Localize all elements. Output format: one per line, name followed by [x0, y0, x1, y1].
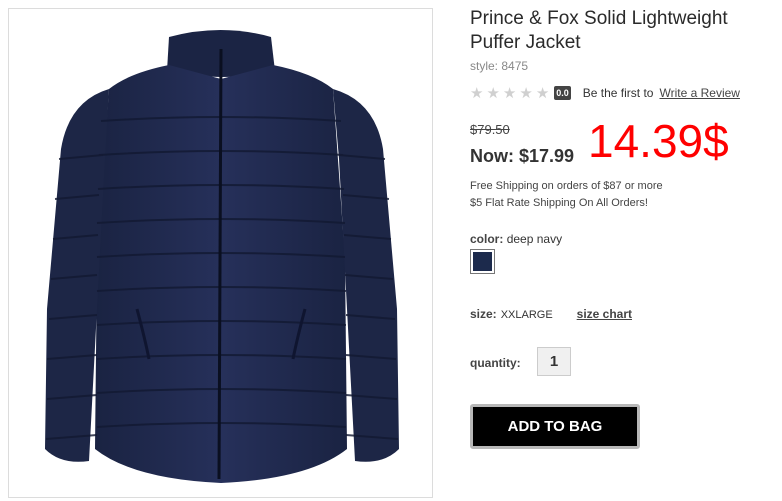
- color-label: color:: [470, 232, 504, 246]
- product-image-panel: [8, 8, 433, 498]
- original-price: $79.50: [470, 122, 510, 137]
- swatch-fill: [473, 252, 492, 271]
- star-icon: ★: [486, 83, 500, 102]
- size-value: XXLARGE: [500, 309, 553, 321]
- write-review-link[interactable]: Write a Review: [659, 86, 739, 100]
- star-icon: ★: [535, 83, 550, 102]
- review-prompt: Be the first to: [582, 86, 654, 100]
- star-icon: ★: [470, 83, 484, 102]
- style-number: style: 8475: [470, 59, 529, 73]
- color-value: deep navy: [506, 232, 563, 246]
- product-details: Prince & Fox Solid Lightweight Puffer Ja…: [470, 0, 782, 501]
- rating-row: ★ ★ ★ ★ ★ 0.0 Be the first to Write a Re…: [470, 84, 770, 102]
- size-chart-link[interactable]: size chart: [577, 307, 632, 321]
- size-row: size: XXLARGE size chart: [470, 307, 632, 321]
- star-icon: ★: [502, 83, 517, 102]
- quantity-input[interactable]: [537, 347, 571, 376]
- size-label: size:: [470, 307, 497, 321]
- annotated-price: 14.39$: [588, 115, 729, 167]
- color-swatch-deep-navy[interactable]: [470, 249, 495, 274]
- shipping-info-free: Free Shipping on orders of $87 or more: [470, 180, 663, 192]
- product-title: Prince & Fox Solid Lightweight Puffer Ja…: [470, 8, 728, 53]
- star-icon: ★: [519, 83, 533, 102]
- quantity-label: quantity:: [470, 356, 521, 370]
- rating-score-badge: 0.0: [554, 86, 571, 100]
- sale-price: Now: $17.99: [470, 146, 575, 166]
- jacket-image: [45, 30, 399, 483]
- shipping-info-flat: $5 Flat Rate Shipping On All Orders!: [470, 197, 648, 209]
- add-to-bag-button[interactable]: ADD TO BAG: [470, 404, 640, 449]
- color-row: color: deep navy: [470, 232, 562, 246]
